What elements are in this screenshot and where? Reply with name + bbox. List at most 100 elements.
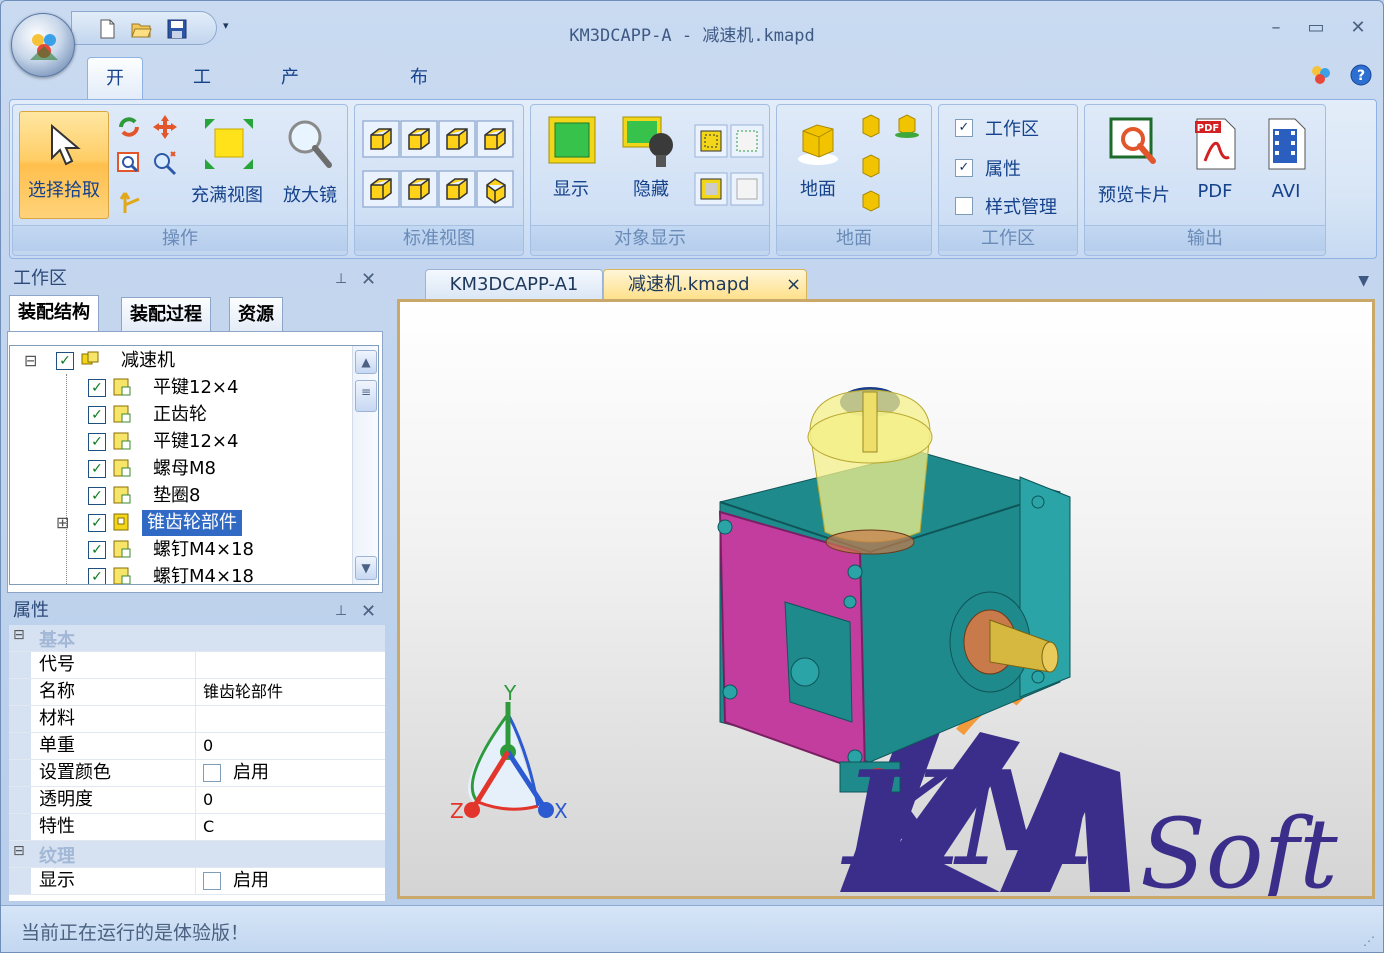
axis-arrow-icon[interactable] [117, 189, 143, 215]
axis-x-label: X [554, 799, 568, 823]
zoom-window-icon[interactable] [115, 149, 143, 177]
pan-icon[interactable] [151, 113, 179, 141]
zoom-dynamic-icon[interactable] [151, 149, 179, 177]
tab-start[interactable]: 开始 [87, 57, 143, 131]
app-logo-icon [30, 34, 58, 60]
texture-display-value[interactable]: 启用 [197, 868, 385, 895]
hide-bulb-icon [622, 116, 673, 167]
tree-node[interactable]: ✓ 正齿轮 [10, 402, 350, 428]
avi-button[interactable]: AVI [1251, 111, 1321, 219]
ground-button[interactable]: 地面 [783, 111, 853, 219]
property-row[interactable]: 显示 启用 [9, 868, 385, 895]
enable-color-checkbox[interactable] [203, 764, 221, 782]
part-icon [113, 567, 131, 584]
show-button[interactable]: 显示 [537, 111, 605, 219]
magnifier-button[interactable]: 放大镜 [275, 111, 345, 219]
doc-tab-km3dcapp[interactable]: KM3DCAPP-A1 [425, 269, 603, 299]
property-row[interactable]: 材料 [9, 706, 385, 733]
tree-checkbox[interactable]: ✓ [88, 487, 106, 505]
pin-icon[interactable]: ⊥ [335, 603, 347, 619]
fit-view-button[interactable]: 充满视图 [185, 111, 269, 219]
group-label-workspace: 工作区 [939, 225, 1077, 251]
pin-icon[interactable]: ⊥ [335, 271, 347, 287]
tab-resources[interactable]: 资源 [229, 297, 283, 331]
magnifier-icon [288, 120, 332, 168]
ground-cube-icon [798, 124, 838, 165]
close-icon[interactable]: ✕ [1343, 17, 1373, 38]
tab-tools[interactable]: 工具 [175, 57, 229, 130]
tree-checkbox[interactable]: ✓ [88, 379, 106, 397]
application-menu-button[interactable] [11, 13, 75, 77]
3d-viewport[interactable]: Soft Y X Z KM [397, 299, 1375, 899]
expand-icon[interactable]: ⊞ [56, 510, 69, 536]
panel-close-icon[interactable]: ✕ [361, 601, 376, 622]
minimize-icon[interactable]: – [1261, 17, 1291, 38]
tree-node[interactable]: ✓ 螺钉M4×18 [10, 564, 350, 584]
status-text: 当前正在运行的是体验版！ [21, 922, 250, 944]
enable-texture-checkbox[interactable] [203, 872, 221, 890]
property-row[interactable]: 特性 C [9, 814, 385, 841]
property-category[interactable]: ⊟ 纹理 [9, 841, 385, 868]
tree-node[interactable]: ⊟ ✓ 减速机 [10, 348, 350, 374]
workspace-panel-header: 工作区 [3, 267, 389, 293]
select-pick-button[interactable]: 选择拾取 [19, 111, 109, 219]
ground-style-icons[interactable] [859, 113, 925, 213]
tree-node-selected[interactable]: ⊞ ✓ 锥齿轮部件 [10, 510, 350, 536]
hide-button[interactable]: 隐藏 [613, 111, 689, 219]
rotate-icon[interactable] [115, 113, 143, 141]
tree-checkbox[interactable]: ✓ [88, 460, 106, 478]
tree-node[interactable]: ✓ 平键12×4 [10, 429, 350, 455]
tree-scrollbar[interactable]: ▲ ≡ ▼ [352, 346, 378, 584]
scroll-down-icon[interactable]: ▼ [355, 556, 377, 580]
tree-checkbox[interactable]: ✓ [88, 514, 106, 532]
pdf-button[interactable]: PDF PDF [1181, 111, 1249, 219]
close-tab-icon[interactable]: × [786, 270, 801, 300]
collapse-icon[interactable]: ⊟ [24, 348, 37, 374]
property-row[interactable]: 名称 锥齿轮部件 [9, 679, 385, 706]
panel-close-icon[interactable]: ✕ [361, 269, 376, 290]
scroll-thumb[interactable]: ≡ [355, 380, 377, 412]
properties-checkbox[interactable]: ✓ [955, 159, 973, 177]
tab-list-dropdown-icon[interactable]: ▼ [1358, 273, 1369, 289]
show-icon [548, 116, 596, 164]
tree-node[interactable]: ✓ 垫圈8 [10, 483, 350, 509]
tree-checkbox[interactable]: ✓ [88, 541, 106, 559]
tree-node[interactable]: ✓ 平键12×4 [10, 375, 350, 401]
property-row[interactable]: 单重 0 [9, 733, 385, 760]
property-row[interactable]: 透明度 0 [9, 787, 385, 814]
help-icon[interactable]: ? [1349, 63, 1373, 87]
svg-text:?: ? [1357, 68, 1365, 84]
tree-checkbox[interactable]: ✓ [56, 352, 74, 370]
tab-assembly-structure[interactable]: 装配结构 [9, 295, 99, 331]
tab-assembly-process[interactable]: 装配过程 [121, 297, 211, 331]
window-title: KM3DCAPP-A - 减速机.kmapd [569, 26, 815, 46]
property-row[interactable]: 代号 [9, 652, 385, 679]
skin-icon[interactable] [1309, 63, 1333, 87]
resize-grip-icon[interactable]: ⋰ [1363, 934, 1375, 948]
part-icon [113, 486, 131, 504]
property-category[interactable]: ⊟ 基本 [9, 625, 385, 652]
property-row[interactable]: 设置颜色 启用 [9, 760, 385, 787]
tree-checkbox[interactable]: ✓ [88, 433, 106, 451]
scroll-up-icon[interactable]: ▲ [355, 350, 377, 374]
collapse-icon[interactable]: ⊟ [13, 627, 25, 643]
collapse-icon[interactable]: ⊟ [13, 843, 25, 859]
maximize-icon[interactable]: ▭ [1301, 17, 1331, 38]
tab-wiring[interactable]: 布线 [392, 57, 446, 130]
tree-checkbox[interactable]: ✓ [88, 406, 106, 424]
group-label-standard-view: 标准视图 [355, 225, 523, 251]
watermark-soft-text: Soft [1140, 798, 1338, 896]
part-icon [113, 540, 131, 558]
workspace-checkbox[interactable]: ✓ [955, 119, 973, 137]
display-mode-icons[interactable] [693, 123, 765, 207]
tab-product-management[interactable]: 产品管理 [263, 57, 317, 214]
pdf-icon: PDF [1195, 118, 1236, 170]
doc-tab-reducer[interactable]: 减速机.kmapd × [603, 269, 807, 299]
preview-card-button[interactable]: 预览卡片 [1091, 111, 1177, 219]
tree-node[interactable]: ✓ 螺母M8 [10, 456, 350, 482]
workspace-panel-title: 工作区 [13, 268, 67, 289]
tree-node[interactable]: ✓ 螺钉M4×18 [10, 537, 350, 563]
tree-checkbox[interactable]: ✓ [88, 568, 106, 584]
style-manager-checkbox[interactable] [955, 197, 973, 215]
set-color-value[interactable]: 启用 [197, 760, 385, 787]
